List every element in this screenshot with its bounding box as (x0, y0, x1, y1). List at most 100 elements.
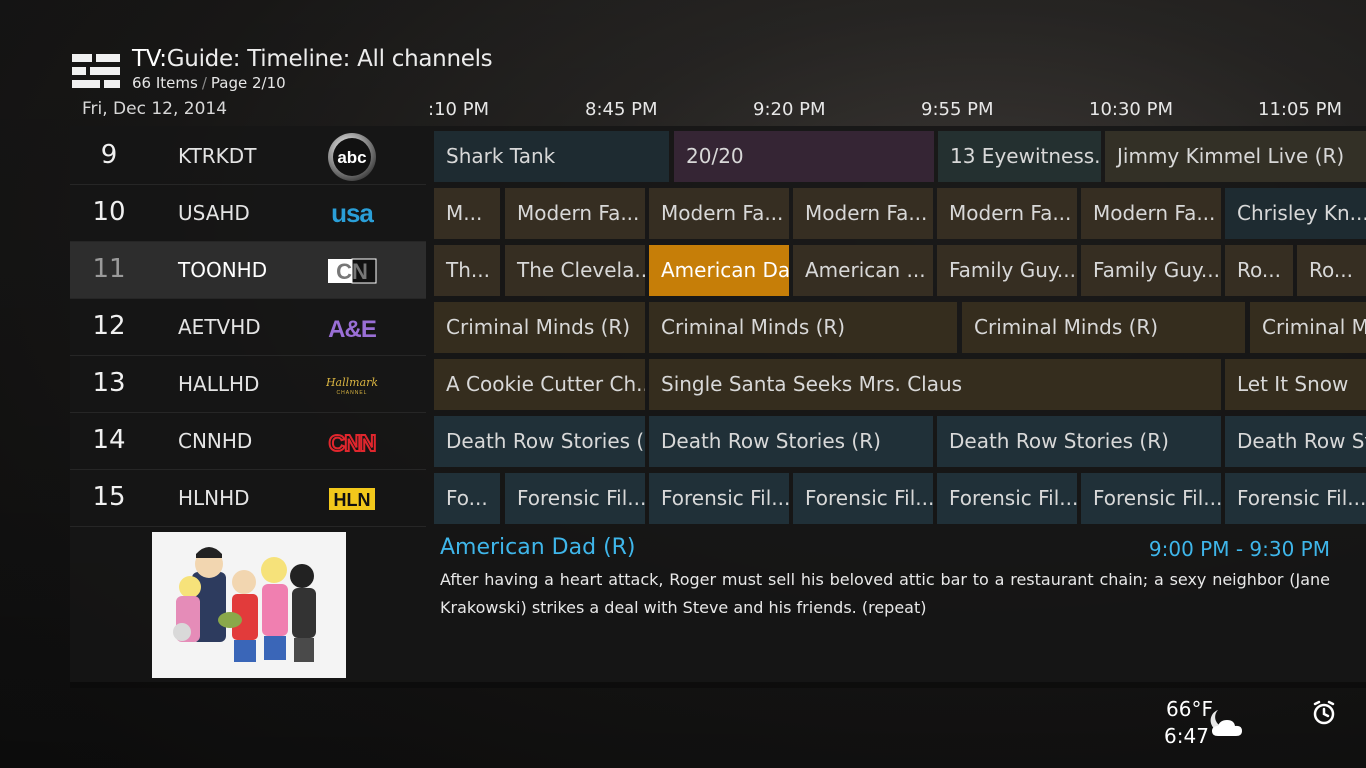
hallmark-logo-icon: Hallmark CHANNEL (326, 363, 378, 407)
program-cell[interactable]: Forensic Fil... (937, 473, 1077, 524)
channel-row[interactable]: 12 AETVHD A&E (70, 299, 426, 356)
item-count: 66 Items (132, 74, 198, 92)
program-cell[interactable]: Criminal Minds (R) (434, 302, 645, 353)
program-cell[interactable]: American ... (793, 245, 933, 296)
program-cell[interactable]: Jimmy Kimmel Live (R) (1105, 131, 1366, 182)
timeline-label: 9:20 PM (753, 99, 826, 120)
program-poster (152, 532, 346, 678)
channel-row-active[interactable]: 11 TOONHD CN (70, 242, 426, 299)
program-cell[interactable]: Fo... (434, 473, 500, 524)
usa-logo-icon: usa (326, 192, 378, 236)
channel-number: 14 (92, 425, 126, 455)
program-row: M... Modern Fa... Modern Fa... Modern Fa… (433, 185, 1366, 242)
program-cell[interactable]: Modern Fa... (1081, 188, 1221, 239)
program-cell[interactable]: Modern Fa... (505, 188, 645, 239)
program-cell[interactable]: Chrisley Kn... (1225, 188, 1366, 239)
program-cell[interactable]: Death Row Stories (R) (937, 416, 1221, 467)
program-cell-selected[interactable]: American Da (649, 245, 789, 296)
program-row: A Cookie Cutter Ch... Single Santa Seeks… (433, 356, 1366, 413)
program-cell[interactable]: Ro... (1297, 245, 1366, 296)
program-row: Th... The Clevela... American Da America… (433, 242, 1366, 299)
program-cell[interactable]: Criminal Minds (R) (962, 302, 1245, 353)
program-cell[interactable]: Criminal Mi (1250, 302, 1366, 353)
hln-logo-text: HLN (334, 490, 371, 510)
channel-number: 13 (92, 368, 126, 398)
program-cell[interactable]: Forensic Fil... (649, 473, 789, 524)
channel-number: 15 (92, 482, 126, 512)
program-cell[interactable]: 13 Eyewitness... (938, 131, 1101, 182)
abc-logo-icon: abc (326, 133, 378, 181)
program-row: Criminal Minds (R) Criminal Minds (R) Cr… (433, 299, 1366, 356)
program-cell[interactable]: Forensic Fil... (1225, 473, 1366, 524)
usa-logo-text: usa (331, 199, 374, 228)
program-cell[interactable]: Death Row Stories (R) (649, 416, 933, 467)
weather-temperature: 66°F (1166, 697, 1213, 721)
channel-number: 10 (92, 197, 126, 227)
timeline-label: 9:55 PM (921, 99, 994, 120)
guide-grid-icon (72, 54, 120, 88)
ae-logo-icon: A&E (326, 306, 378, 350)
program-cell[interactable]: Ro... (1225, 245, 1293, 296)
title-main: Guide: Timeline: All channels (166, 46, 493, 72)
subtitle-separator: / (201, 74, 207, 92)
program-row: Fo... Forensic Fil... Forensic Fil... Fo… (433, 470, 1366, 527)
channel-number: 11 (92, 254, 126, 284)
program-cell[interactable]: A Cookie Cutter Ch... (434, 359, 645, 410)
timeline-label: 8:45 PM (585, 99, 658, 120)
program-cell[interactable]: The Clevela... (505, 245, 645, 296)
program-cell[interactable]: Forensic Fil... (793, 473, 933, 524)
channel-name: TOONHD (178, 258, 268, 282)
program-cell[interactable]: Let It Snow (1225, 359, 1366, 410)
cartoon-network-logo-icon: CN (326, 249, 378, 293)
hallmark-logo-text: Hallmark (326, 376, 378, 389)
program-cell[interactable]: Criminal Minds (R) (649, 302, 957, 353)
program-cell[interactable]: Death Row Stor (1225, 416, 1366, 467)
abc-logo-text: abc (337, 148, 366, 167)
channel-row[interactable]: 13 HALLHD Hallmark CHANNEL (70, 356, 426, 413)
program-title: American Dad (R) (440, 535, 636, 560)
program-cell[interactable]: Modern Fa... (793, 188, 933, 239)
partly-cloudy-night-icon (1208, 706, 1246, 740)
title-prefix: TV: (132, 46, 167, 72)
timeline-header: :10 PM 8:45 PM 9:20 PM 9:55 PM 10:30 PM … (428, 98, 1366, 122)
program-cell[interactable]: Single Santa Seeks Mrs. Claus (649, 359, 1221, 410)
program-cell[interactable]: Modern Fa... (937, 188, 1077, 239)
page-title: TV:Guide: Timeline: All channels (132, 46, 493, 72)
program-cell[interactable]: Modern Fa... (649, 188, 789, 239)
channel-number: 9 (100, 140, 118, 170)
program-row: Death Row Stories (R) Death Row Stories … (433, 413, 1366, 470)
program-cell[interactable]: M... (434, 188, 500, 239)
program-cell[interactable]: Forensic Fil... (505, 473, 645, 524)
program-cell[interactable]: 20/20 (674, 131, 934, 182)
channel-name: USAHD (178, 201, 250, 225)
cnn-logo-text: CNN (329, 430, 376, 456)
program-cell[interactable]: Death Row Stories (R) (434, 416, 645, 467)
channel-row[interactable]: 15 HLNHD HLN (70, 470, 426, 527)
guide-date: Fri, Dec 12, 2014 (82, 99, 228, 119)
ae-logo-text: A&E (328, 316, 377, 343)
program-cell[interactable]: Shark Tank (434, 131, 669, 182)
timeline-label: :10 PM (428, 99, 490, 120)
channel-name: HLNHD (178, 486, 250, 510)
channel-row[interactable]: 10 USAHD usa (70, 185, 426, 242)
system-clock: 6:47 (1164, 724, 1209, 748)
program-cell[interactable]: Forensic Fil... (1081, 473, 1221, 524)
channel-row[interactable]: 14 CNNHD CNN (70, 413, 426, 470)
channel-name: AETVHD (178, 315, 261, 339)
hln-logo-icon: HLN (326, 477, 378, 521)
channel-name: CNNHD (178, 429, 253, 453)
program-cell[interactable]: Family Guy... (937, 245, 1077, 296)
channel-list: 9 KTRKDT abc 10 USAHD usa 11 TOONHD CN 1… (70, 128, 426, 527)
program-description: After having a heart attack, Roger must … (440, 570, 1330, 617)
timeline-label: 11:05 PM (1258, 99, 1342, 120)
alarm-clock-icon[interactable] (1310, 699, 1338, 727)
channel-name: HALLHD (178, 372, 260, 396)
page-indicator: Page 2/10 (210, 74, 286, 92)
channel-row[interactable]: 9 KTRKDT abc (70, 128, 426, 185)
program-cell[interactable]: Family Guy... (1081, 245, 1221, 296)
program-cell[interactable]: Th... (434, 245, 500, 296)
channel-number: 12 (92, 311, 126, 341)
cnn-logo-icon: CNN (326, 420, 378, 464)
page-header: TV:Guide: Timeline: All channels 66 Item… (72, 46, 672, 96)
panel-bottom-strip (70, 682, 1366, 688)
